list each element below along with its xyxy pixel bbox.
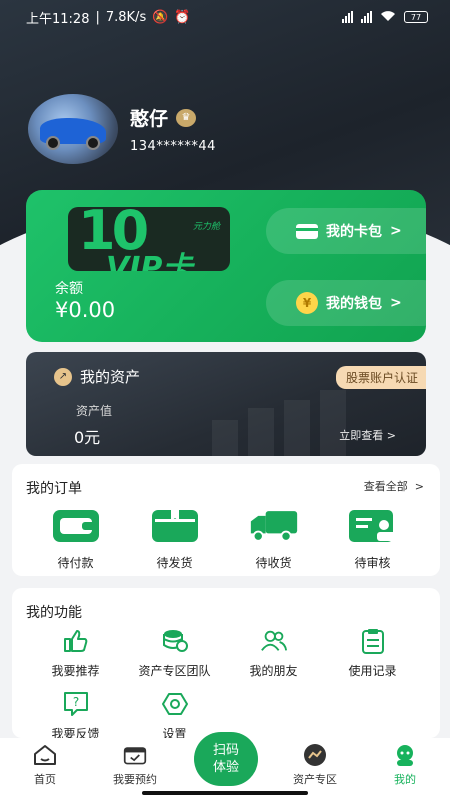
functions-panel: 我的功能 我要推荐 资产专区团队 我的朋友 使用记录 ? 我要反馈 设置 <box>12 588 440 741</box>
see-all-label: 查看全部 <box>363 480 408 493</box>
vip-balance-card: 10 VIP卡 元力舱 余额 ¥0.00 我的卡包 > ¥ 我的钱包 > <box>26 190 426 342</box>
asset-value: 0元 <box>74 428 101 447</box>
wallet-icon <box>51 508 101 544</box>
thumbs-up-icon <box>62 628 90 654</box>
order-label: 待审核 <box>354 556 391 570</box>
home-indicator <box>142 791 308 795</box>
function-friends[interactable]: 我的朋友 <box>224 628 323 679</box>
user-profile[interactable]: 憨仔 ♛ 134******44 <box>28 94 216 164</box>
card-pack-label: 我的卡包 <box>326 224 382 240</box>
username: 憨仔 <box>130 108 169 130</box>
see-all-orders-link[interactable]: 查看全部 > <box>364 478 424 494</box>
view-now-link[interactable]: 立即查看 > <box>339 427 396 443</box>
tab-label: 我要预约 <box>113 773 157 786</box>
wifi-icon <box>380 10 396 25</box>
order-label: 待发货 <box>156 556 193 570</box>
card-pack-button[interactable]: 我的卡包 > <box>266 208 426 254</box>
assets-title: 我的资产 <box>80 368 141 386</box>
battery-icon: 77 <box>404 11 428 23</box>
signal-icon-2 <box>361 11 372 23</box>
tab-label: 资产专区 <box>293 773 337 786</box>
package-icon <box>150 508 200 544</box>
name-row: 憨仔 ♛ <box>130 104 216 131</box>
asset-value-label: 资产值 <box>76 404 113 418</box>
clipboard-icon <box>359 628 387 654</box>
status-bar: 上午11:28 | 7.8K/s 🔕 ⏰ 77 <box>0 0 450 34</box>
car-wheel-rear <box>86 136 100 150</box>
chevron-right-icon: > <box>390 223 402 239</box>
order-label: 待收货 <box>255 556 292 570</box>
assets-card[interactable]: ↗ 我的资产 股票账户认证 资产值 0元 立即查看 > <box>26 352 426 456</box>
vip-card-image[interactable]: 10 VIP卡 元力舱 <box>68 207 230 271</box>
wallet-button[interactable]: ¥ 我的钱包 > <box>266 280 426 326</box>
friends-icon <box>260 628 288 654</box>
order-pending-review[interactable]: 待审核 <box>323 508 422 571</box>
function-label: 资产专区团队 <box>138 664 211 678</box>
assets-header: ↗ 我的资产 <box>54 366 140 387</box>
function-label: 我的朋友 <box>249 664 298 678</box>
home-icon <box>33 744 57 766</box>
coins-icon <box>161 628 189 654</box>
calendar-icon <box>123 744 147 766</box>
chevron-right-icon: > <box>414 480 424 493</box>
vip-badge-icon: ♛ <box>176 108 197 127</box>
wallet-label: 我的钱包 <box>326 296 382 312</box>
order-pending-shipment[interactable]: 待发货 <box>125 508 224 571</box>
orders-title: 我的订单 <box>26 481 82 497</box>
alarm-icon: ⏰ <box>174 9 191 25</box>
function-usage-record[interactable]: 使用记录 <box>323 628 422 679</box>
mute-icon: 🔕 <box>152 9 169 25</box>
tab-mine[interactable]: 我的 <box>360 738 450 800</box>
balance-label: 余额 <box>55 281 83 297</box>
order-pending-receipt[interactable]: 待收货 <box>224 508 323 571</box>
feedback-icon: ? <box>62 691 90 717</box>
phone-number: 134******44 <box>130 139 216 154</box>
avatar[interactable] <box>28 94 118 164</box>
asset-chart-decoration <box>206 380 366 456</box>
vip-card-brand: 元力舱 <box>192 222 220 232</box>
profile-icon <box>393 744 417 766</box>
id-card-icon <box>348 508 398 544</box>
profile-info: 憨仔 ♛ 134******44 <box>130 104 216 154</box>
trend-icon: ↗ <box>54 367 72 386</box>
tab-label: 我的 <box>394 773 416 786</box>
balance-value: ¥0.00 <box>55 298 116 322</box>
gear-icon <box>161 691 189 717</box>
function-label: 我要推荐 <box>51 664 100 678</box>
order-status-row: 待付款 待发货 待收货 待审核 <box>12 508 440 571</box>
experience-label: 体验 <box>212 760 239 775</box>
signal-icon <box>342 11 353 23</box>
function-asset-team[interactable]: 资产专区团队 <box>125 628 224 679</box>
status-left: 上午11:28 | 7.8K/s 🔕 ⏰ <box>26 8 191 27</box>
status-speed: 7.8K/s <box>105 9 147 25</box>
function-recommend[interactable]: 我要推荐 <box>26 628 125 679</box>
car-wheel-front <box>46 136 60 150</box>
function-label: 使用记录 <box>348 664 397 678</box>
scan-label: 扫码 <box>212 743 239 758</box>
tab-home[interactable]: 首页 <box>0 738 90 800</box>
functions-row: 我要推荐 资产专区团队 我的朋友 使用记录 <box>12 628 440 679</box>
status-divider: | <box>95 9 100 25</box>
scan-experience-button[interactable]: 扫码 体验 <box>194 732 258 786</box>
stock-account-auth-button[interactable]: 股票账户认证 <box>335 366 426 389</box>
asset-zone-icon <box>303 744 327 766</box>
chevron-right-icon: > <box>390 295 402 311</box>
functions-title: 我的功能 <box>26 605 82 621</box>
orders-panel: 我的订单 查看全部 > 待付款 待发货 待收货 待审核 <box>12 464 440 576</box>
svg-text:?: ? <box>72 695 78 709</box>
status-time: 上午11:28 <box>26 11 90 27</box>
coin-icon: ¥ <box>296 292 318 314</box>
order-pending-payment[interactable]: 待付款 <box>26 508 125 571</box>
card-icon <box>296 223 318 239</box>
function-feedback[interactable]: ? 我要反馈 <box>26 691 125 742</box>
vip-card-word: VIP卡 <box>106 251 193 271</box>
order-label: 待付款 <box>57 556 94 570</box>
truck-icon <box>249 508 299 544</box>
status-right: 77 <box>342 10 428 25</box>
tab-label: 首页 <box>34 773 56 786</box>
